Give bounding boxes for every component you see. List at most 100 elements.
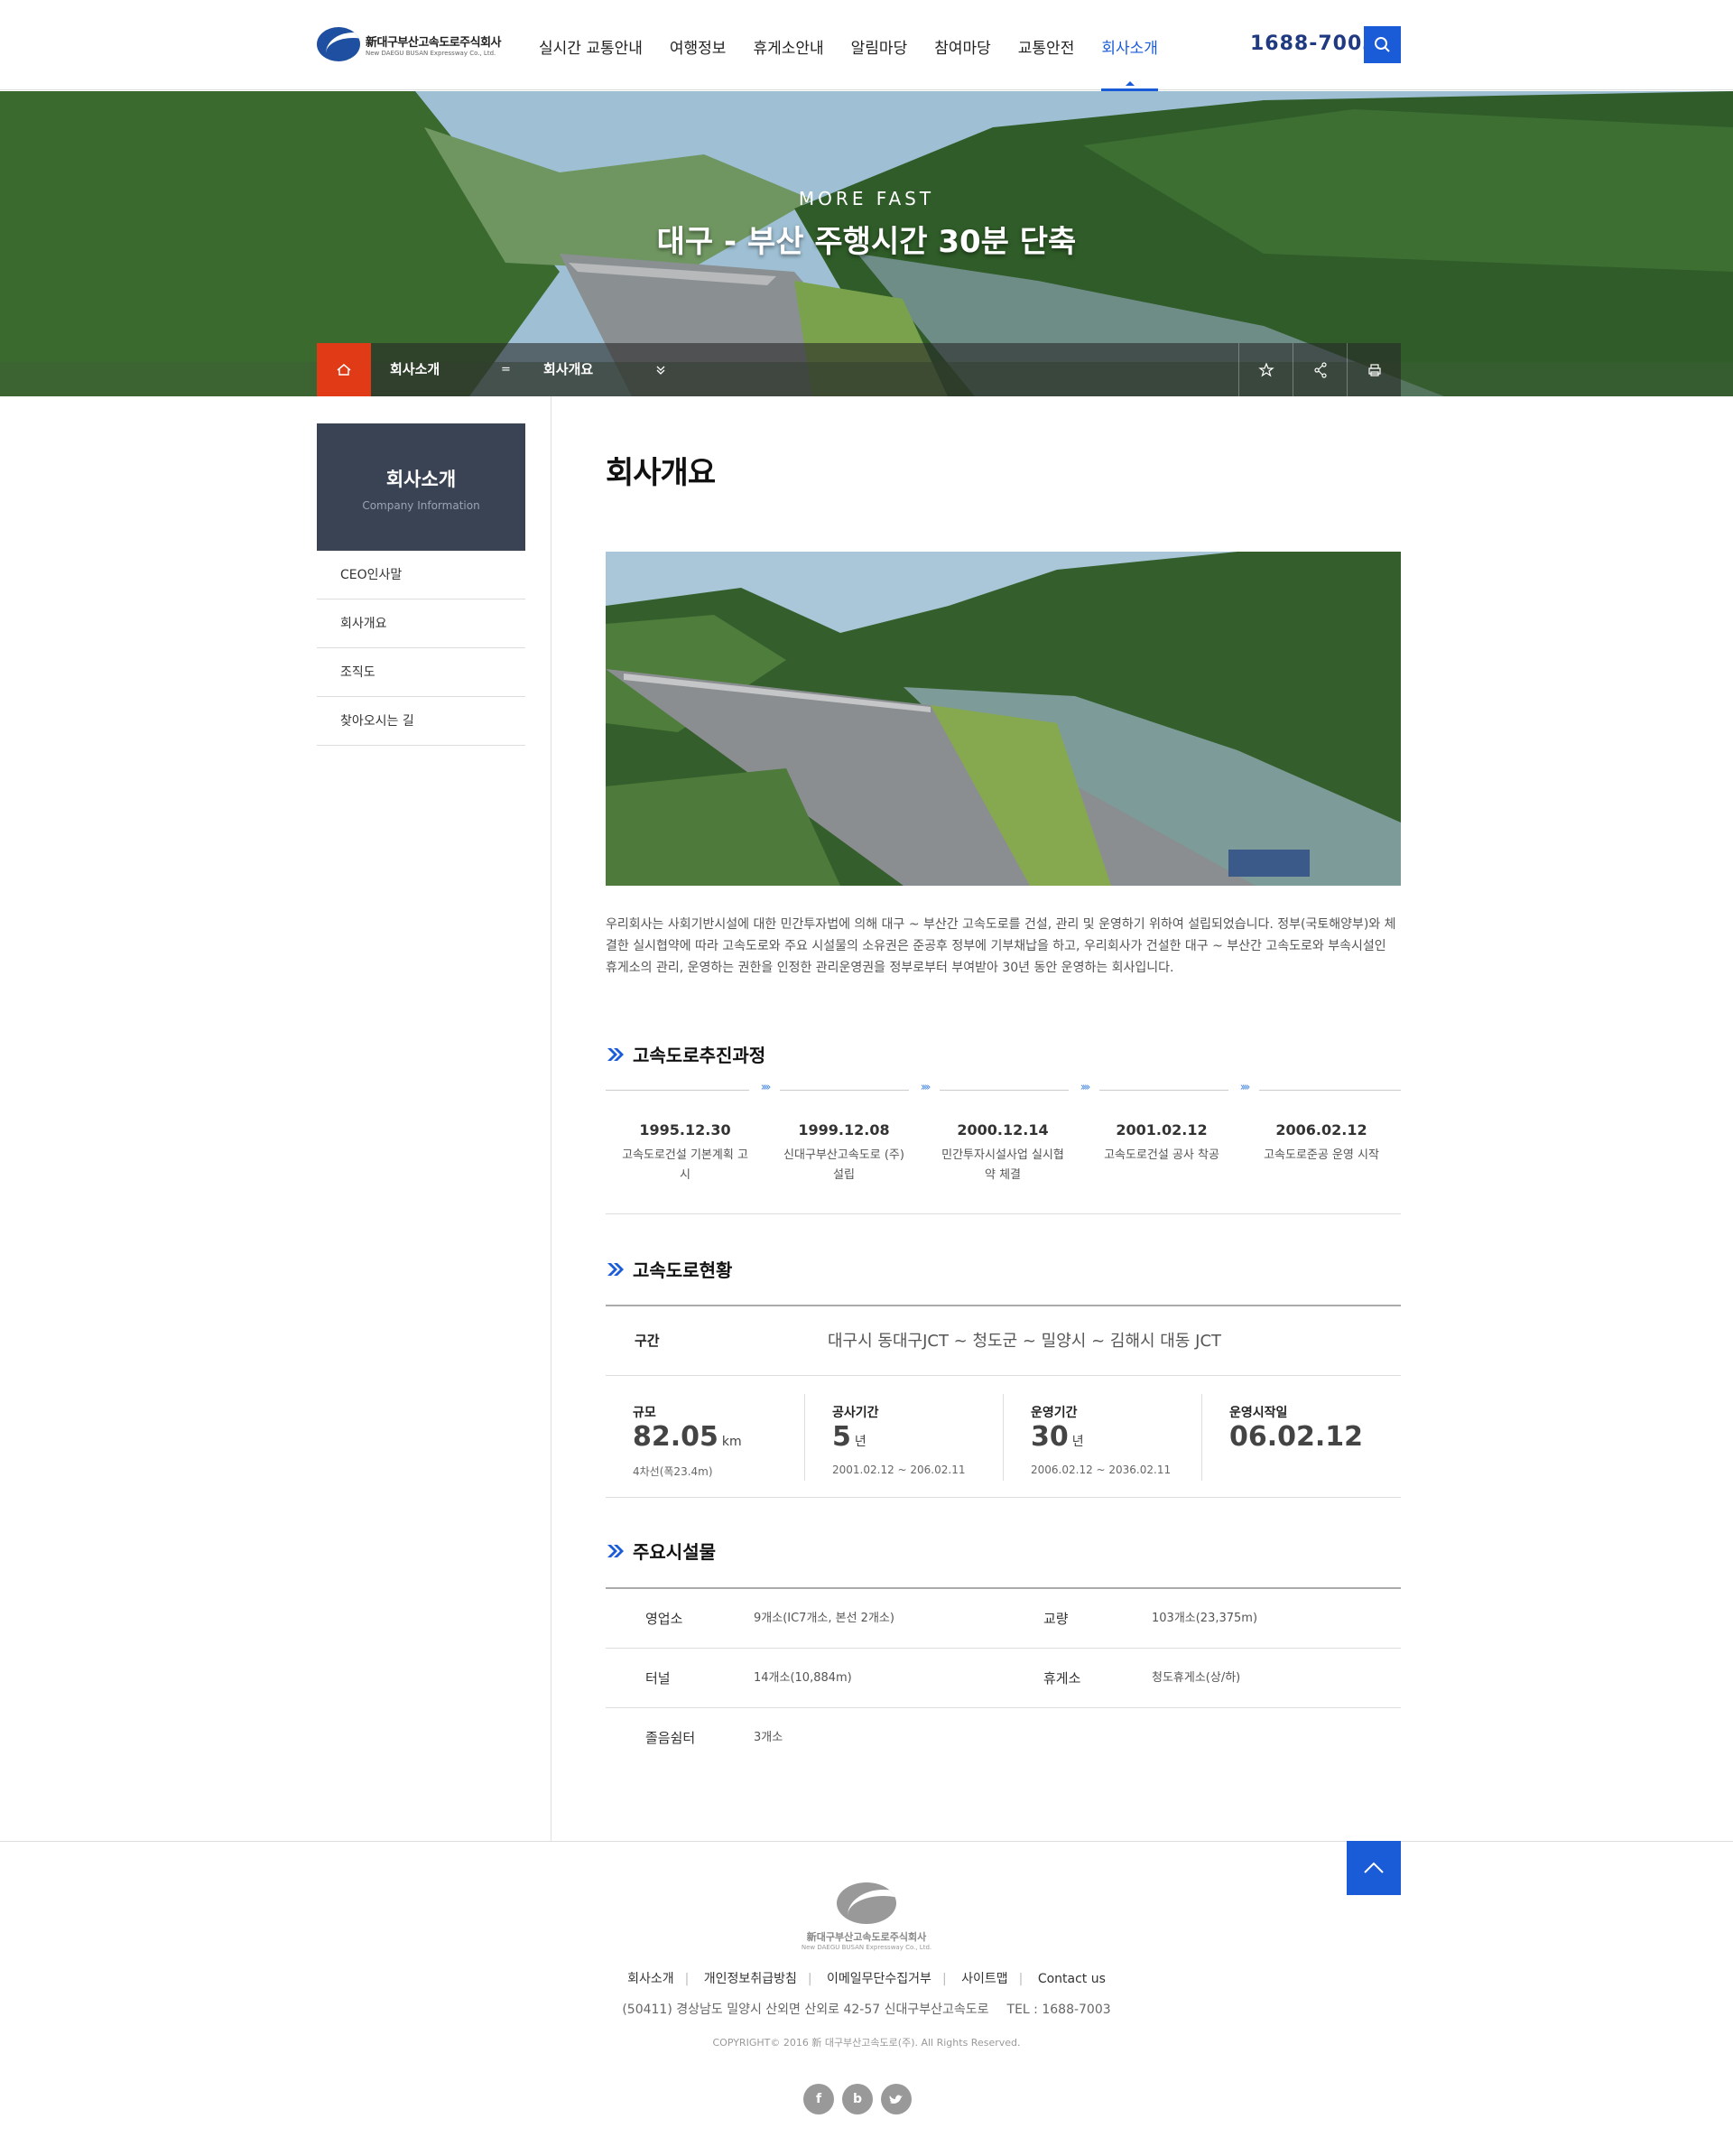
star-icon (1258, 362, 1274, 377)
footer-logo-name: 新대구부산고속도로주식회사 (806, 1931, 927, 1943)
page-title: 회사개요 (606, 455, 716, 491)
timeline-item: 1999.12.08 신대구부산고속도로 (주)설립 (765, 1121, 923, 1185)
section-title: 주요시설물 (633, 1541, 716, 1563)
search-icon (1375, 37, 1390, 52)
site-logo[interactable]: 新대구부산고속도로주식회사 New DAEGU BUSAN Expressway… (317, 27, 502, 61)
section-heading-facilities: 주요시설물 (606, 1538, 716, 1564)
chevron-up-icon (1364, 1862, 1384, 1873)
footer-logo-subname: New DAEGU BUSAN Expressway Co., Ltd. (801, 1944, 932, 1951)
home-button[interactable] (317, 343, 371, 396)
timeline-text: 고속도로준공 운영 시작 (1264, 1148, 1379, 1162)
status-stats-row: 규모 82.05 km 4차선(폭23.4m) 공사기간 5년 2001.02.1… (606, 1376, 1401, 1498)
facility-label: 교량 (1043, 1611, 1069, 1627)
stat-operation-start: 운영시작일 06.02.12 (1201, 1394, 1400, 1481)
blog-icon[interactable]: b (842, 2084, 873, 2114)
logo-subname: New DAEGU BUSAN Expressway Co., Ltd. (366, 49, 496, 57)
timeline-text: 민간투자시설사업 실시협약 체결 (941, 1148, 1064, 1182)
stat-label: 규모 (633, 1406, 656, 1420)
timeline-item: 2000.12.14 민간투자시설사업 실시협약 체결 (923, 1121, 1082, 1185)
share-icon (1314, 362, 1327, 378)
double-chevron-icon (607, 1544, 624, 1557)
stat-unit: 년 (854, 1435, 866, 1449)
stat-unit: km (721, 1435, 742, 1449)
double-chevron-icon (607, 1047, 624, 1061)
footer-link-email-policy[interactable]: 이메일무단수집거부 (827, 1972, 931, 1986)
section-title: 고속도로현황 (633, 1259, 733, 1281)
nav-item-company[interactable]: 회사소개 (1101, 0, 1158, 91)
sidebar-item-organization[interactable]: 조직도 (317, 648, 525, 697)
breadcrumb-level1[interactable]: 회사소개 (390, 343, 440, 396)
progress-timeline: ›››› ›››› ›››› ›››› 1995.12.30 고속도로건설 기본… (606, 1076, 1401, 1214)
stat-sub: 2001.02.12 ~ 206.02.11 (832, 1464, 966, 1476)
sidebar-item-ceo[interactable]: CEO인사말 (317, 551, 525, 599)
scroll-top-button[interactable] (1347, 1841, 1401, 1895)
chevron-down-icon[interactable] (655, 343, 666, 396)
route-value: 대구시 동대구JCT ~ 청도군 ~ 밀양시 ~ 김해시 대동 JCT (828, 1332, 1222, 1351)
timeline-arrow-icon: ›››› (1228, 1081, 1259, 1099)
stat-label: 운영시작일 (1229, 1406, 1288, 1420)
footer-link-contact[interactable]: Contact us (1038, 1972, 1106, 1986)
timeline-item: 2001.02.12 고속도로건설 공사 착공 (1082, 1121, 1241, 1166)
sidebar-item-directions[interactable]: 찾아오시는 길 (317, 697, 525, 746)
expressway-status-table: 구간 대구시 동대구JCT ~ 청도군 ~ 밀양시 ~ 김해시 대동 JCT 규… (606, 1305, 1401, 1498)
facility-value: 3개소 (754, 1731, 783, 1744)
footer-links: 회사소개 | 개인정보취급방침 | 이메일무단수집거부 | 사이트맵 | Contact… (627, 1972, 1106, 1986)
stat-sub: 4차선(폭23.4m) (633, 1465, 713, 1478)
facility-value: 청도휴게소(상/하) (1152, 1671, 1241, 1685)
footer-link-sitemap[interactable]: 사이트맵 (961, 1972, 1008, 1986)
nav-item-participation[interactable]: 참여마당 (934, 0, 991, 90)
timeline-text: 고속도로건설 기본계획 고시 (622, 1148, 748, 1182)
favorite-button[interactable] (1238, 343, 1293, 396)
nav-item-notice[interactable]: 알림마당 (851, 0, 908, 90)
share-button[interactable] (1293, 343, 1347, 396)
facility-value: 103개소(23,375m) (1152, 1612, 1258, 1625)
breadcrumb-separator: = (501, 363, 511, 376)
footer-address: (50411) 경상남도 밀양시 산외면 산외로 42-57 신대구부산고속도로 (622, 2003, 989, 2017)
footer-address-line: (50411) 경상남도 밀양시 산외면 산외로 42-57 신대구부산고속도로… (0, 2000, 1733, 2018)
facility-label: 터널 (645, 1670, 671, 1687)
facility-value: 9개소(IC7개소, 본선 2개소) (754, 1612, 894, 1625)
timeline-text: 신대구부산고속도로 (주)설립 (783, 1148, 904, 1182)
timeline-item: 1995.12.30 고속도로건설 기본계획 고시 (606, 1121, 765, 1185)
footer-link-privacy[interactable]: 개인정보취급방침 (704, 1972, 797, 1986)
hero-tagline: MORE FAST (798, 188, 935, 209)
breadcrumb-level2[interactable]: 회사개요 (543, 343, 593, 396)
facility-label: 졸음쉼터 (645, 1730, 696, 1746)
nav-item-safety[interactable]: 교통안전 (1018, 0, 1075, 90)
table-row: 졸음쉼터 3개소 (606, 1708, 1401, 1768)
timeline-date: 1999.12.08 (798, 1121, 890, 1138)
header: 新대구부산고속도로주식회사 New DAEGU BUSAN Expressway… (0, 0, 1733, 91)
sidebar-item-overview[interactable]: 회사개요 (317, 599, 525, 648)
nav-item-travel[interactable]: 여행정보 (670, 0, 727, 90)
section-heading-status: 고속도로현황 (606, 1256, 732, 1282)
footer-tel: TEL : 1688-7003 (1006, 2003, 1111, 2017)
location-bar: 회사소개 = 회사개요 (317, 343, 1401, 396)
hero-headline: 대구 - 부산 주행시간 30분 단축 (656, 224, 1077, 260)
timeline-item: 2006.02.12 고속도로준공 운영 시작 (1242, 1121, 1401, 1166)
search-button[interactable] (1364, 26, 1401, 63)
print-button[interactable] (1347, 343, 1401, 396)
footer-copyright: COPYRIGHT© 2016 新 대구부산고속도로(주). All Right… (712, 2037, 1021, 2049)
facility-label: 휴게소 (1043, 1670, 1081, 1687)
status-route-row: 구간 대구시 동대구JCT ~ 청도군 ~ 밀양시 ~ 김해시 대동 JCT (606, 1306, 1401, 1376)
sns-links: f b (803, 2084, 920, 2114)
nav-item-rest-area[interactable]: 휴게소안내 (753, 0, 823, 90)
route-label: 구간 (635, 1333, 660, 1349)
footer-link-company[interactable]: 회사소개 (627, 1972, 674, 1986)
twitter-icon[interactable] (881, 2084, 912, 2114)
facility-value: 14개소(10,884m) (754, 1671, 852, 1685)
stat-construction-period: 공사기간 5년 2001.02.12 ~ 206.02.11 (804, 1394, 1003, 1481)
section-heading-progress: 고속도로추진과정 (606, 1041, 765, 1067)
timeline-arrow-icon: ›››› (909, 1081, 940, 1099)
stat-value: 06.02.12 (1229, 1421, 1364, 1453)
stat-label: 공사기간 (832, 1406, 879, 1420)
nav-item-traffic[interactable]: 실시간 교통안내 (539, 0, 643, 90)
stat-label: 운영기간 (1031, 1406, 1078, 1420)
footer-logo-mark-icon (837, 1882, 896, 1924)
stat-sub: 2006.02.12 ~ 2036.02.11 (1031, 1464, 1172, 1476)
stat-unit: 년 (1071, 1435, 1084, 1449)
stat-scale: 규모 82.05 km 4차선(폭23.4m) (606, 1394, 804, 1481)
double-chevron-icon (607, 1262, 624, 1276)
timeline-arrow-icon: ›››› (749, 1081, 780, 1099)
facebook-icon[interactable]: f (803, 2084, 834, 2114)
